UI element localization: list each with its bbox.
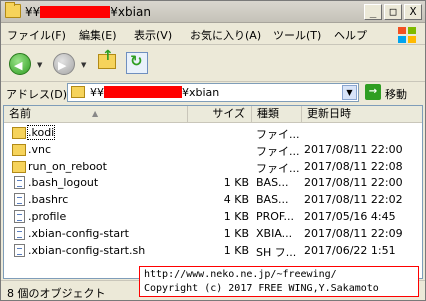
back-dropdown-icon[interactable]: ▼: [37, 61, 42, 69]
title-suffix: ¥xbian: [110, 5, 151, 19]
close-button[interactable]: X: [404, 4, 422, 20]
forward-dropdown-icon[interactable]: ▼: [81, 61, 86, 69]
refresh-icon: ↻: [130, 52, 143, 70]
file-date: 2017/08/11 22:00: [304, 142, 403, 156]
column-header-name[interactable]: 名前 ▲: [4, 106, 188, 123]
window-controls: _ □ X: [364, 4, 422, 20]
column-header-size[interactable]: サイズ: [188, 106, 252, 123]
minimize-button[interactable]: _: [364, 4, 382, 20]
sort-ascending-icon: ▲: [92, 109, 99, 118]
file-size: 1 KB: [223, 226, 249, 240]
menu-tools[interactable]: ツール(T): [273, 27, 321, 43]
status-text: 8 個のオブジェクト: [7, 287, 106, 300]
forward-arrow-icon[interactable]: ▶: [53, 53, 75, 75]
folder-icon: [12, 127, 26, 139]
go-arrow-icon[interactable]: →: [365, 84, 381, 100]
file-name: .xbian-config-start.sh: [28, 243, 146, 257]
folder-icon: [12, 143, 26, 156]
file-list: 名前 ▲ サイズ 種類 更新日時 .kodi ファイ... .vnc ファイ... 20…: [3, 105, 423, 279]
address-input[interactable]: ¥¥ ¥xbian ▼: [67, 83, 359, 102]
file-row[interactable]: .bash_logout 1 KB BAS... 2017/08/11 22:00: [4, 175, 422, 191]
file-row[interactable]: .bashrc 4 KB BAS... 2017/08/11 22:02: [4, 192, 422, 208]
credit-box: http://www.neko.ne.jp/~freewing/ Copyrig…: [139, 266, 419, 297]
back-arrow-icon[interactable]: ◀: [9, 53, 31, 75]
file-date: 2017/08/11 22:02: [304, 193, 403, 207]
file-name: run_on_reboot: [28, 159, 107, 173]
folder-icon: [12, 160, 26, 173]
file-type: ファイ...: [256, 128, 300, 141]
folder-icon: [5, 2, 21, 18]
column-header-type[interactable]: 種類: [252, 106, 302, 123]
file-icon: [14, 210, 25, 223]
credit-url: http://www.neko.ne.jp/~freewing/: [144, 269, 337, 280]
menu-file[interactable]: ファイル(F): [7, 27, 66, 43]
file-date: 2017/08/11 22:08: [304, 159, 403, 173]
go-button[interactable]: 移動: [385, 86, 407, 102]
column-name-label: 名前: [9, 107, 31, 120]
file-name: .bashrc: [28, 193, 69, 207]
file-type: ファイ...: [256, 161, 300, 175]
file-name: .profile: [28, 210, 67, 223]
file-type: ファイ...: [256, 144, 300, 158]
file-icon: [14, 243, 25, 257]
window-title: ¥¥ ¥xbian: [25, 5, 151, 19]
title-prefix: ¥¥: [25, 5, 41, 19]
file-name: .bash_logout: [28, 176, 99, 190]
file-date: 2017/06/22 1:51: [304, 243, 396, 257]
file-row[interactable]: .xbian-config-start 1 KB XBIA... 2017/08/11…: [4, 226, 422, 242]
redaction-block: [104, 86, 182, 98]
menu-view[interactable]: 表示(V): [134, 27, 172, 43]
menu-edit[interactable]: 編集(E): [79, 27, 117, 43]
file-name: .xbian-config-start: [28, 226, 129, 240]
file-date: 2017/08/11 22:09: [304, 226, 403, 240]
menu-help[interactable]: ヘルプ: [334, 27, 367, 43]
file-row[interactable]: .vnc ファイ... 2017/08/11 22:00: [4, 142, 422, 158]
file-date: 2017/05/16 4:45: [304, 210, 396, 223]
file-type: BAS...: [256, 176, 289, 190]
credit-copyright: Copyright (c) 2017 FREE WING,Y.Sakamoto: [144, 283, 379, 294]
file-icon: [14, 176, 25, 190]
file-type: SH フ...: [256, 245, 297, 259]
address-bar: アドレス(D) ¥¥ ¥xbian ▼ → 移動: [1, 83, 425, 103]
folder-icon: [71, 86, 85, 98]
address-label: アドレス(D): [6, 88, 68, 101]
up-arrow-icon: ↑: [102, 48, 114, 64]
menu-bar: ファイル(F) 編集(E) 表示(V) お気に入り(A) ツール(T) ヘルプ: [1, 23, 425, 45]
file-size: 1 KB: [223, 176, 249, 190]
file-size: 1 KB: [223, 210, 249, 223]
explorer-window: ¥¥ ¥xbian _ □ X ファイル(F) 編集(E) 表示(V) お気に入り…: [0, 0, 426, 301]
file-row[interactable]: run_on_reboot ファイ... 2017/08/11 22:08: [4, 159, 422, 175]
title-bar[interactable]: ¥¥ ¥xbian _ □ X: [1, 1, 425, 23]
file-icon: [14, 226, 25, 240]
address-value: ¥¥ ¥xbian: [90, 86, 219, 99]
file-icon: [14, 193, 25, 207]
toolbar: ◀ ▼ ▶ ▼ ↑ ↻: [1, 46, 425, 82]
file-row[interactable]: .xbian-config-start.sh 1 KB SH フ... 2017/06…: [4, 243, 422, 259]
maximize-button[interactable]: □: [384, 4, 402, 20]
list-header: 名前 ▲ サイズ 種類 更新日時: [4, 106, 422, 123]
address-prefix: ¥¥: [90, 86, 104, 99]
file-row[interactable]: .profile 1 KB PROF... 2017/05/16 4:45: [4, 209, 422, 225]
file-type: XBIA...: [256, 226, 293, 240]
file-type: BAS...: [256, 193, 289, 207]
address-dropdown-icon[interactable]: ▼: [342, 85, 357, 100]
column-header-date[interactable]: 更新日時: [302, 106, 422, 123]
file-size: 1 KB: [223, 243, 249, 257]
file-date: 2017/08/11 22:00: [304, 176, 403, 190]
redaction-block: [40, 6, 111, 18]
file-size: 4 KB: [223, 193, 249, 207]
windows-logo-icon: [398, 27, 416, 43]
menu-favorites[interactable]: お気に入り(A): [190, 27, 261, 43]
file-name: .vnc: [28, 142, 52, 156]
file-row[interactable]: .kodi ファイ...: [4, 125, 422, 141]
file-type: PROF...: [256, 210, 294, 223]
file-name: .kodi: [26, 125, 56, 140]
address-suffix: ¥xbian: [182, 86, 220, 99]
